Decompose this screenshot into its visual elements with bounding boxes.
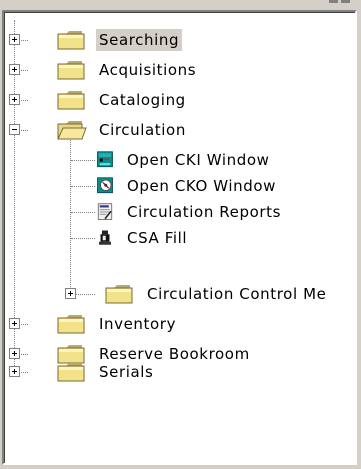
expand-serials-button[interactable]	[9, 366, 20, 377]
scroll-grip-right	[341, 0, 350, 3]
tree-item-label-inventory[interactable]: Inventory	[96, 313, 179, 335]
tree-item-label-open-cko-window[interactable]: Open CKO Window	[124, 175, 279, 197]
tree-item-label-circulation-reports[interactable]: Circulation Reports	[124, 201, 284, 223]
folder-icon	[57, 31, 85, 50]
folder-icon	[105, 285, 133, 304]
report-icon	[97, 203, 113, 220]
folder-icon	[57, 315, 85, 334]
folder-open-icon	[57, 121, 87, 140]
csa-fill-icon	[99, 230, 111, 245]
window-top-edge	[0, 0, 361, 10]
checkout-window-icon	[97, 177, 113, 194]
tree-item-label-open-cki-window[interactable]: Open CKI Window	[124, 149, 272, 171]
expand-searching-button[interactable]	[9, 34, 20, 45]
folder-icon	[57, 363, 85, 382]
tree-item-label-csa-fill[interactable]: CSA Fill	[124, 227, 190, 249]
circulation-children-connector	[70, 140, 71, 295]
tree-branch-line	[71, 238, 95, 239]
tree-item-label-acquisitions[interactable]: Acquisitions	[96, 59, 199, 81]
collapse-circulation-button[interactable]	[9, 124, 20, 135]
navigation-tree-panel: Searching Acquisitions Cataloging Circul…	[2, 10, 357, 465]
tree-item-label-serials[interactable]: Serials	[96, 361, 156, 383]
tree-item-label-circulation-control[interactable]: Circulation Control Me	[144, 283, 329, 305]
tree-item-label-circulation[interactable]: Circulation	[96, 119, 189, 141]
scroll-grip-left	[329, 0, 338, 3]
checkin-window-icon	[97, 151, 113, 168]
folder-icon	[57, 91, 85, 110]
expand-circulation-control-button[interactable]	[65, 288, 76, 299]
tree-item-label-cataloging[interactable]: Cataloging	[96, 89, 189, 111]
folder-icon	[57, 61, 85, 80]
expand-cataloging-button[interactable]	[9, 94, 20, 105]
tree-branch-line	[71, 160, 95, 161]
navigation-tree: Searching Acquisitions Cataloging Circul…	[4, 12, 355, 463]
tree-item-label-searching[interactable]: Searching	[96, 29, 183, 51]
expand-reserve-bookroom-button[interactable]	[9, 348, 20, 359]
tree-branch-line	[71, 186, 95, 187]
expand-acquisitions-button[interactable]	[9, 64, 20, 75]
tree-branch-line	[71, 212, 95, 213]
expand-inventory-button[interactable]	[9, 318, 20, 329]
